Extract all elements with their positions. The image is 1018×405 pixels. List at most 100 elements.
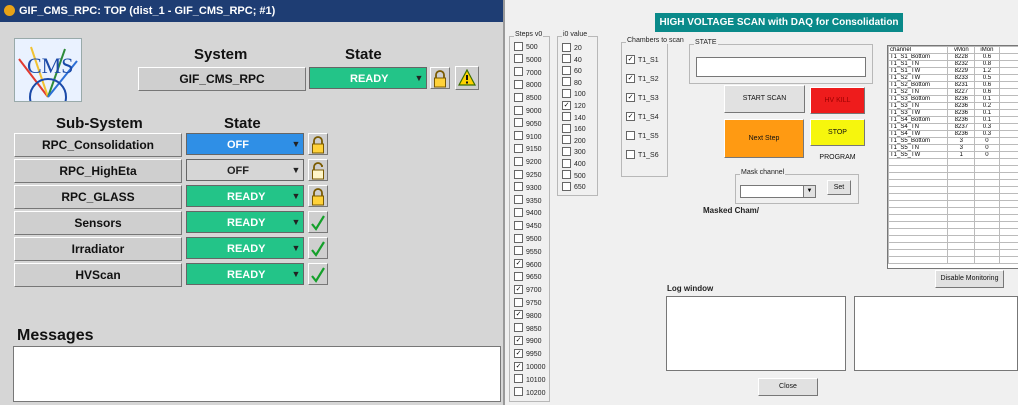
table-row[interactable] [888, 172, 1018, 180]
checkbox[interactable] [514, 105, 523, 115]
table-row[interactable]: T1_S1_TW 8229 1.2 [888, 67, 1018, 75]
i0-checkbox-item[interactable]: 400 [562, 158, 586, 170]
step-checkbox-item[interactable]: ✓ 9600 [514, 259, 542, 271]
state-field[interactable] [696, 57, 866, 77]
checkbox[interactable] [562, 42, 571, 52]
step-checkbox-item[interactable]: 10200 [514, 387, 545, 399]
checkbox[interactable] [514, 272, 523, 282]
table-row[interactable]: T1_S2_Bottom 8231 0.6 [888, 81, 1018, 89]
next-step-button[interactable]: Next Step [724, 119, 804, 158]
mask-channel-select[interactable]: ▼ [740, 185, 816, 198]
step-checkbox-item[interactable]: 9050 [514, 118, 542, 130]
checkbox[interactable]: ✓ [626, 111, 635, 121]
table-row[interactable] [888, 242, 1018, 250]
checkbox[interactable]: ✓ [626, 54, 635, 64]
checkbox[interactable] [514, 169, 523, 179]
i0-checkbox-item[interactable]: 160 [562, 123, 586, 135]
table-row[interactable] [888, 235, 1018, 243]
step-checkbox-item[interactable]: 9250 [514, 169, 542, 181]
i0-checkbox-item[interactable]: 100 [562, 89, 586, 100]
table-row[interactable] [888, 186, 1018, 194]
table-row[interactable]: T1_S3_TW 8236 0.1 [888, 109, 1018, 117]
table-row[interactable]: T1_S3_Bottom 8236 0.1 [888, 95, 1018, 103]
subsystem-control-button[interactable] [308, 133, 328, 155]
system-warning-button[interactable] [455, 66, 479, 90]
checkbox[interactable] [562, 77, 571, 87]
chamber-checkbox-item[interactable]: T1_S6 [626, 149, 659, 161]
checkbox[interactable] [562, 123, 571, 133]
step-checkbox-item[interactable]: ✓ 9700 [514, 284, 542, 296]
step-checkbox-item[interactable]: 9450 [514, 220, 542, 232]
checkbox[interactable] [514, 220, 523, 230]
table-row[interactable] [888, 200, 1018, 208]
checkbox[interactable] [514, 323, 523, 333]
checkbox[interactable]: ✓ [626, 73, 635, 83]
table-row[interactable] [888, 179, 1018, 187]
i0-checkbox-item[interactable]: 650 [562, 181, 586, 193]
checkbox[interactable]: ✓ [626, 92, 635, 102]
step-checkbox-item[interactable]: 9550 [514, 246, 542, 258]
subsystem-node-button[interactable]: RPC_Consolidation [14, 133, 182, 157]
table-row[interactable] [888, 228, 1018, 236]
checkbox[interactable] [562, 135, 571, 145]
step-checkbox-item[interactable]: ✓ 9900 [514, 336, 542, 347]
checkbox[interactable] [514, 144, 523, 154]
stop-program-button[interactable]: STOP PROGRAM [810, 119, 865, 161]
chamber-checkbox-item[interactable]: ✓ T1_S4 [626, 111, 659, 123]
subsystem-state-dropdown[interactable]: OFF ▼ [186, 159, 304, 181]
subsystem-node-button[interactable]: RPC_GLASS [14, 185, 182, 209]
system-state-dropdown[interactable]: READY ▼ [309, 67, 427, 89]
table-row[interactable]: T1_S1_TN 8232 0.8 [888, 60, 1018, 68]
subsystem-control-button[interactable] [308, 211, 328, 233]
step-checkbox-item[interactable]: 500 [514, 41, 538, 53]
subsystem-control-button[interactable] [308, 185, 328, 207]
step-checkbox-item[interactable]: 9300 [514, 182, 542, 194]
checkbox[interactable] [514, 54, 523, 64]
table-row[interactable] [888, 256, 1018, 264]
step-checkbox-item[interactable]: 9850 [514, 323, 542, 335]
chamber-checkbox-item[interactable]: T1_S5 [626, 130, 659, 142]
channel-monitor-table[interactable]: channel vMon iMon T1_S1_Bottom 8228 0.6 T1_S1_… [887, 45, 1018, 269]
subsystem-control-button[interactable] [308, 237, 328, 259]
step-checkbox-item[interactable]: 9400 [514, 208, 542, 219]
checkbox[interactable] [562, 112, 571, 122]
messages-box[interactable] [13, 346, 501, 402]
checkbox[interactable]: ✓ [514, 259, 523, 269]
hv-kill-button[interactable]: HV KILL [810, 87, 865, 114]
i0-checkbox-item[interactable]: 500 [562, 170, 586, 182]
step-checkbox-item[interactable]: ✓ 9950 [514, 348, 542, 360]
chamber-checkbox-item[interactable]: ✓ T1_S1 [626, 54, 659, 66]
subsystem-node-button[interactable]: HVScan [14, 263, 182, 287]
table-row[interactable] [888, 249, 1018, 257]
checkbox[interactable] [514, 131, 523, 141]
table-row[interactable]: T1_S3_TN 8236 0.2 [888, 102, 1018, 110]
step-checkbox-item[interactable]: 8500 [514, 92, 542, 104]
start-scan-button[interactable]: START SCAN [724, 85, 805, 113]
checkbox[interactable] [562, 170, 571, 180]
disable-monitoring-button[interactable]: Disable Monitoring [935, 270, 1004, 288]
checkbox[interactable] [514, 41, 523, 51]
table-row[interactable] [888, 214, 1018, 222]
step-checkbox-item[interactable]: 10100 [514, 374, 545, 386]
table-row[interactable]: T1_S4_TW 8236 0.3 [888, 130, 1018, 138]
subsystem-control-button[interactable] [308, 159, 328, 181]
chamber-checkbox-item[interactable]: ✓ T1_S2 [626, 73, 659, 85]
table-row[interactable]: T1_S2_TN 8227 0.6 [888, 88, 1018, 96]
step-checkbox-item[interactable]: 9100 [514, 131, 542, 143]
subsystem-node-button[interactable]: RPC_HighEta [14, 159, 182, 183]
subsystem-state-dropdown[interactable]: READY ▼ [186, 185, 304, 207]
subsystem-state-dropdown[interactable]: READY ▼ [186, 211, 304, 233]
checkbox[interactable]: ✓ [514, 284, 523, 294]
table-row[interactable] [888, 165, 1018, 173]
table-row[interactable]: T1_S5_Bottom 3 0 [888, 137, 1018, 145]
checkbox[interactable] [514, 233, 523, 243]
step-checkbox-item[interactable]: 9350 [514, 195, 542, 207]
checkbox[interactable] [514, 118, 523, 128]
i0-checkbox-item[interactable]: 40 [562, 54, 582, 66]
checkbox[interactable] [562, 158, 571, 168]
checkbox[interactable] [514, 387, 523, 397]
checkbox[interactable] [514, 208, 523, 218]
checkbox[interactable]: ✓ [514, 336, 523, 346]
checkbox[interactable] [514, 92, 523, 102]
table-row[interactable]: T1_S4_Bottom 8236 0.1 [888, 116, 1018, 124]
